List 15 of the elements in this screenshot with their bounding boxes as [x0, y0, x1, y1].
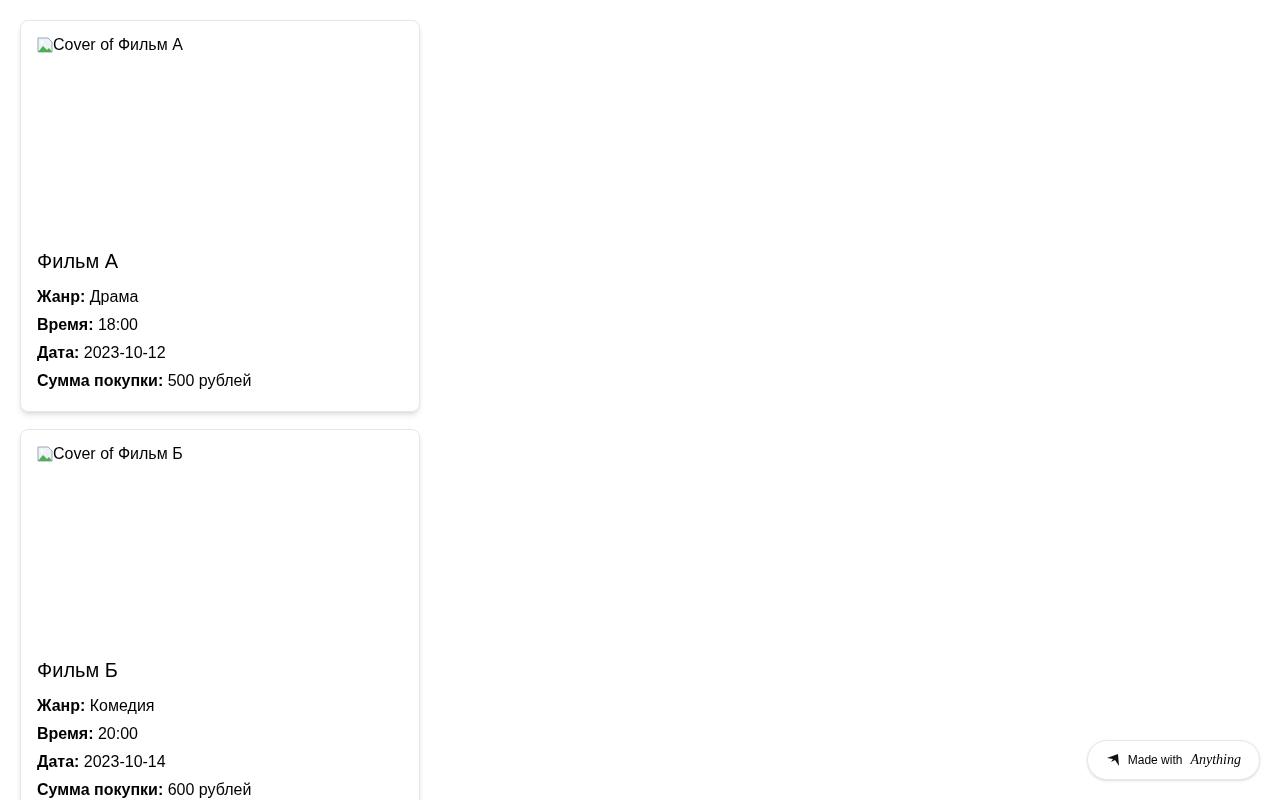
detail-line: Жанр: Драма	[37, 287, 140, 307]
detail-line: Сумма покупки: 600 рублей	[37, 780, 253, 800]
made-with-badge[interactable]: Made with Anything	[1086, 740, 1260, 780]
cover-alt-text: Cover of Фильм А	[53, 35, 183, 55]
movie-title: Фильм А	[37, 249, 120, 274]
movie-title: Фильм Б	[37, 658, 119, 683]
detail-line: Время: 18:00	[37, 315, 139, 335]
detail-line: Жанр: Комедия	[37, 696, 156, 716]
detail-line: Дата: 2023-10-12	[37, 343, 167, 363]
cover-alt-text: Cover of Фильм Б	[53, 444, 183, 464]
badge-text: Made with	[1127, 752, 1183, 768]
detail-line: Время: 20:00	[37, 724, 139, 744]
detail-line: Сумма покупки: 500 рублей	[37, 371, 253, 391]
brand-wordmark: Anything	[1190, 751, 1241, 769]
detail-line: Дата: 2023-10-14	[37, 752, 167, 772]
